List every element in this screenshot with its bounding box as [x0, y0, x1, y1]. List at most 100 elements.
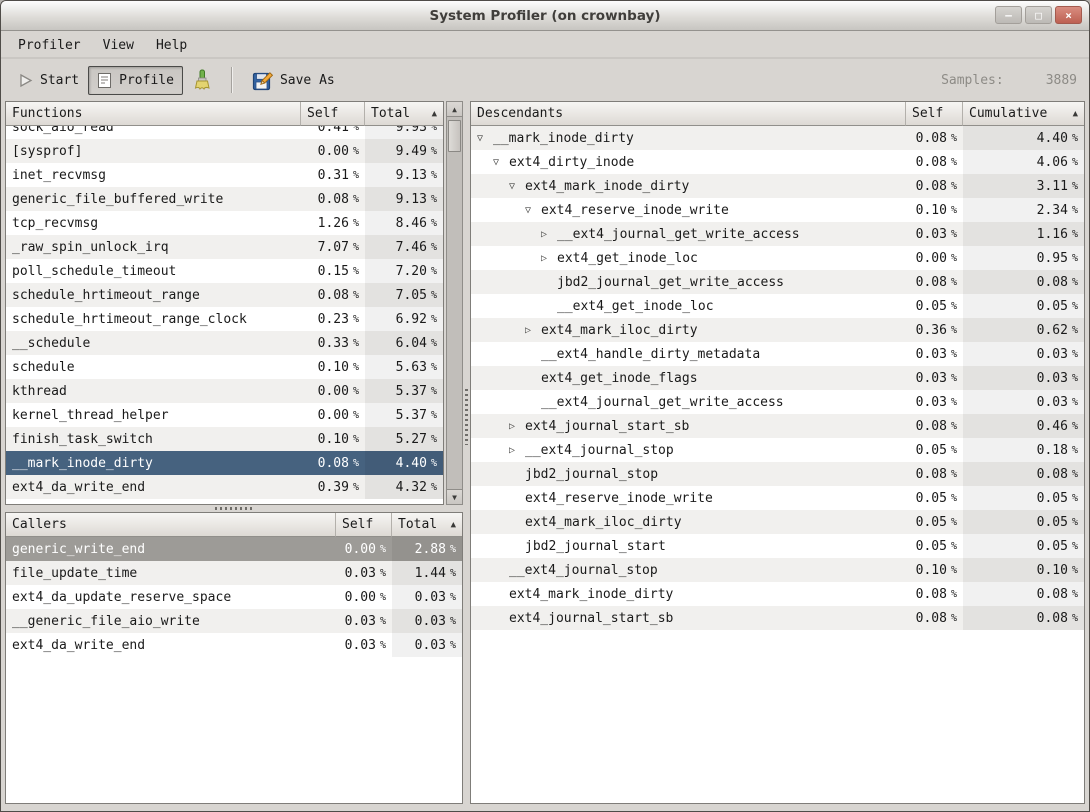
- tree-row[interactable]: ext4_reserve_inode_write 0.05% 0.05%: [471, 486, 1084, 510]
- total-cell: 9.93%: [365, 126, 443, 139]
- scroll-down-button[interactable]: ▼: [446, 489, 463, 505]
- table-row[interactable]: generic_write_end 0.00% 2.88%: [6, 537, 462, 561]
- percent-sign: %: [431, 338, 437, 349]
- app-window: System Profiler (on crownbay) – □ × Prof…: [0, 0, 1090, 812]
- self-column-header[interactable]: Self: [906, 102, 963, 126]
- table-row[interactable]: ext4_da_update_reserve_space 0.00% 0.03%: [6, 585, 462, 609]
- expander-icon[interactable]: ▷: [525, 325, 541, 336]
- percent-sign: %: [1072, 181, 1078, 192]
- tree-row[interactable]: ▷ __ext4_journal_get_write_access 0.03% …: [471, 222, 1084, 246]
- cumulative-column-header[interactable]: Cumulative▲: [963, 102, 1084, 126]
- table-row[interactable]: sock_aio_read 0.41% 9.93%: [6, 126, 443, 139]
- tree-row[interactable]: ▷ ext4_get_inode_loc 0.00% 0.95%: [471, 246, 1084, 270]
- expander-icon[interactable]: ▽: [493, 157, 509, 168]
- callers-column-header[interactable]: Callers: [6, 513, 336, 537]
- expander-icon[interactable]: ▽: [477, 133, 493, 144]
- functions-column-header[interactable]: Functions: [6, 102, 301, 126]
- table-row[interactable]: ext4_da_write_end 0.03% 0.03%: [6, 633, 462, 657]
- menu-item[interactable]: Help: [145, 34, 198, 57]
- menu-item[interactable]: Profiler: [7, 34, 92, 57]
- tree-row[interactable]: ▷ ext4_journal_start_sb 0.08% 0.46%: [471, 414, 1084, 438]
- minimize-button[interactable]: –: [995, 6, 1022, 24]
- table-row[interactable]: schedule_hrtimeout_range_clock 0.23% 6.9…: [6, 307, 443, 331]
- tree-row[interactable]: __ext4_journal_get_write_access 0.03% 0.…: [471, 390, 1084, 414]
- total-column-header[interactable]: Total▲: [392, 513, 462, 537]
- self-column-header[interactable]: Self: [336, 513, 392, 537]
- table-row[interactable]: kernel_thread_helper 0.00% 5.37%: [6, 403, 443, 427]
- splitter-grip[interactable]: [215, 507, 253, 510]
- tree-row[interactable]: ▽ ext4_reserve_inode_write 0.10% 2.34%: [471, 198, 1084, 222]
- table-row[interactable]: poll_schedule_timeout 0.15% 7.20%: [6, 259, 443, 283]
- percent-sign: %: [353, 126, 359, 133]
- tree-row[interactable]: ▷ __ext4_journal_stop 0.05% 0.18%: [471, 438, 1084, 462]
- table-row[interactable]: file_update_time 0.03% 1.44%: [6, 561, 462, 585]
- descendants-column-header[interactable]: Descendants: [471, 102, 906, 126]
- self-column-header[interactable]: Self: [301, 102, 365, 126]
- tree-row[interactable]: ▷ ext4_mark_iloc_dirty 0.36% 0.62%: [471, 318, 1084, 342]
- percent-sign: %: [951, 445, 957, 456]
- profile-toggle-button[interactable]: Profile: [88, 66, 183, 95]
- tree-row[interactable]: __ext4_handle_dirty_metadata 0.03% 0.03%: [471, 342, 1084, 366]
- percent-sign: %: [1072, 157, 1078, 168]
- expander-icon[interactable]: ▷: [541, 229, 557, 240]
- splitter-grip[interactable]: [465, 389, 468, 445]
- horizontal-splitter[interactable]: [5, 505, 463, 512]
- percent-sign: %: [951, 373, 957, 384]
- table-row[interactable]: [sysprof] 0.00% 9.49%: [6, 139, 443, 163]
- table-row[interactable]: generic_file_buffered_write 0.08% 9.13%: [6, 187, 443, 211]
- functions-scrollbar[interactable]: ▲ ▼: [446, 101, 463, 505]
- table-row[interactable]: tcp_recvmsg 1.26% 8.46%: [6, 211, 443, 235]
- tree-row[interactable]: ext4_get_inode_flags 0.03% 0.03%: [471, 366, 1084, 390]
- expander-icon[interactable]: ▷: [509, 421, 525, 432]
- cumulative-cell: 2.34%: [963, 198, 1084, 222]
- expander-icon[interactable]: ▷: [509, 445, 525, 456]
- scroll-up-button[interactable]: ▲: [446, 101, 463, 117]
- total-column-header[interactable]: Total▲: [365, 102, 443, 126]
- save-as-button[interactable]: Save As: [243, 64, 344, 97]
- close-button[interactable]: ×: [1055, 6, 1082, 24]
- table-row[interactable]: kthread 0.00% 5.37%: [6, 379, 443, 403]
- table-row[interactable]: __schedule 0.33% 6.04%: [6, 331, 443, 355]
- self-cell: 0.05%: [906, 510, 963, 534]
- tree-row[interactable]: __ext4_get_inode_loc 0.05% 0.05%: [471, 294, 1084, 318]
- tree-row[interactable]: jbd2_journal_get_write_access 0.08% 0.08…: [471, 270, 1084, 294]
- tree-row[interactable]: jbd2_journal_stop 0.08% 0.08%: [471, 462, 1084, 486]
- tree-row[interactable]: jbd2_journal_start 0.05% 0.05%: [471, 534, 1084, 558]
- tree-row[interactable]: ext4_journal_start_sb 0.08% 0.08%: [471, 606, 1084, 630]
- descendant-name-cell: ▷ __ext4_journal_get_write_access: [471, 222, 906, 246]
- tree-row[interactable]: ▽ ext4_mark_inode_dirty 0.08% 3.11%: [471, 174, 1084, 198]
- table-row[interactable]: __generic_file_aio_write 0.03% 0.03%: [6, 609, 462, 633]
- self-cell: 0.05%: [906, 294, 963, 318]
- table-row[interactable]: schedule 0.10% 5.63%: [6, 355, 443, 379]
- title-bar[interactable]: System Profiler (on crownbay) – □ ×: [1, 1, 1089, 31]
- self-cell: 0.10%: [906, 558, 963, 582]
- total-cell: 6.92%: [365, 307, 443, 331]
- percent-sign: %: [951, 613, 957, 624]
- tree-row[interactable]: ext4_mark_inode_dirty 0.08% 0.08%: [471, 582, 1084, 606]
- table-row[interactable]: _raw_spin_unlock_irq 7.07% 7.46%: [6, 235, 443, 259]
- table-row[interactable]: schedule_hrtimeout_range 0.08% 7.05%: [6, 283, 443, 307]
- total-cell: 5.37%: [365, 379, 443, 403]
- tree-row[interactable]: ▽ __mark_inode_dirty 0.08% 4.40%: [471, 126, 1084, 150]
- start-button[interactable]: Start: [9, 67, 88, 94]
- minimize-icon: –: [1005, 10, 1012, 21]
- table-row[interactable]: inet_recvmsg 0.31% 9.13%: [6, 163, 443, 187]
- scrollbar-trough[interactable]: [447, 116, 462, 489]
- tree-row[interactable]: __ext4_journal_stop 0.10% 0.10%: [471, 558, 1084, 582]
- self-cell: 0.00%: [301, 379, 365, 403]
- table-row[interactable]: finish_task_switch 0.10% 5.27%: [6, 427, 443, 451]
- table-row[interactable]: __mark_inode_dirty 0.08% 4.40%: [6, 451, 443, 475]
- menu-item[interactable]: View: [92, 34, 145, 57]
- tree-row[interactable]: ext4_mark_iloc_dirty 0.05% 0.05%: [471, 510, 1084, 534]
- expander-icon[interactable]: ▽: [509, 181, 525, 192]
- table-row[interactable]: ext4_da_write_end 0.39% 4.32%: [6, 475, 443, 499]
- vertical-splitter[interactable]: [463, 101, 470, 804]
- expander-icon[interactable]: ▽: [525, 205, 541, 216]
- expander-icon[interactable]: ▷: [541, 253, 557, 264]
- total-cell: 4.40%: [365, 451, 443, 475]
- reset-button[interactable]: [183, 63, 221, 97]
- maximize-button[interactable]: □: [1025, 6, 1052, 24]
- tree-row[interactable]: ▽ ext4_dirty_inode 0.08% 4.06%: [471, 150, 1084, 174]
- function-name-cell: tcp_recvmsg: [6, 211, 301, 235]
- scrollbar-thumb[interactable]: [448, 120, 461, 152]
